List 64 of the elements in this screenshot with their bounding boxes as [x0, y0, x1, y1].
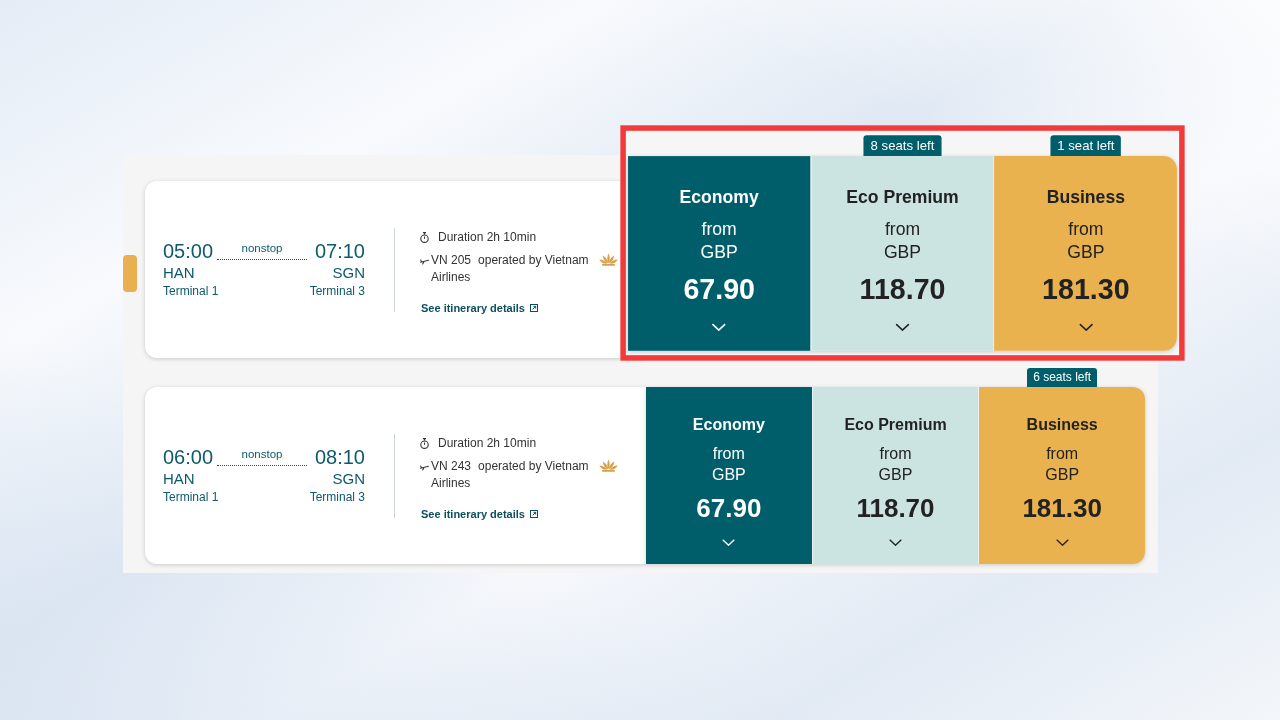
airplane-icon: [420, 462, 429, 471]
fare-option[interactable]: Economy from GBP 67.90: [646, 387, 812, 564]
currency-label: GBP: [1045, 465, 1080, 485]
external-link-icon: [529, 510, 538, 518]
chevron-down-icon: [895, 323, 910, 331]
cabin-name: Eco Premium: [846, 187, 959, 209]
arrival-terminal: Terminal 3: [309, 490, 365, 505]
seats-left-badge: 6 seats left: [1027, 368, 1098, 387]
flight-operator-text: VN 243 operated by Vietnam Airlines: [431, 457, 590, 492]
cabin-name: Business: [1046, 187, 1125, 209]
chevron-down-icon: [1055, 539, 1069, 546]
currency-label: GBP: [700, 242, 738, 264]
departure-terminal: Terminal 1: [163, 490, 219, 505]
departure-time: 05:00: [163, 240, 214, 262]
external-link-icon: [529, 304, 538, 312]
currency-label: GBP: [711, 465, 746, 485]
fare-option[interactable]: Eco Premium from GBP 118.70: [811, 387, 979, 564]
departure-terminal: Terminal 1: [163, 284, 219, 299]
from-label: from: [701, 218, 737, 241]
cabin-name: Business: [1026, 415, 1098, 435]
fare-price: 118.70: [859, 271, 946, 307]
from-label: from: [1068, 218, 1104, 241]
lotus-icon: [599, 458, 618, 472]
stopwatch-icon: [420, 231, 429, 243]
from-label: from: [1046, 444, 1079, 464]
stops-label: nonstop: [241, 447, 283, 461]
arrival-airport: SGN: [332, 264, 365, 282]
currency-label: GBP: [878, 465, 913, 485]
fare-price: 67.90: [696, 492, 762, 524]
fare-option[interactable]: Economy from GBP 67.90: [628, 156, 811, 351]
fare-price: 181.30: [1022, 492, 1102, 524]
cabin-name: Economy: [679, 187, 759, 209]
fare-price: 118.70: [856, 492, 935, 524]
cabin-name: Economy: [692, 415, 765, 435]
cabin-name: Eco Premium: [844, 415, 947, 435]
currency-label: GBP: [1067, 242, 1105, 264]
from-label: from: [879, 444, 912, 464]
chevron-down-icon: [1078, 323, 1093, 331]
itinerary-details-link[interactable]: See itinerary details: [421, 299, 538, 317]
from-label: from: [712, 444, 745, 464]
airplane-icon: [420, 256, 429, 265]
duration-text: Duration 2h 10min: [438, 228, 537, 246]
arrival-airport: SGN: [332, 470, 365, 488]
from-label: from: [884, 218, 921, 241]
seats-left-badge: 8 seats left: [864, 135, 941, 157]
departure-airport: HAN: [163, 470, 195, 488]
arrival-time: 07:10: [314, 240, 365, 262]
fare-price: 67.90: [683, 271, 755, 307]
itinerary-details-link[interactable]: See itinerary details: [421, 505, 538, 523]
lotus-icon: [599, 252, 618, 266]
currency-label: GBP: [883, 242, 922, 264]
stops-label: nonstop: [241, 241, 283, 255]
arrival-time: 08:10: [314, 446, 365, 468]
fare-price: 181.30: [1042, 271, 1130, 307]
chevron-down-icon: [722, 539, 736, 546]
departure-airport: HAN: [163, 264, 195, 282]
flight-operator-text: VN 205 operated by Vietnam Airlines: [431, 251, 590, 286]
stopwatch-icon: [420, 437, 429, 449]
arrival-terminal: Terminal 3: [309, 284, 365, 299]
seats-left-badge: 1 seat left: [1050, 135, 1122, 157]
chevron-down-icon: [712, 323, 727, 331]
duration-text: Duration 2h 10min: [438, 434, 537, 452]
chevron-down-icon: [889, 539, 902, 546]
departure-time: 06:00: [163, 446, 214, 468]
